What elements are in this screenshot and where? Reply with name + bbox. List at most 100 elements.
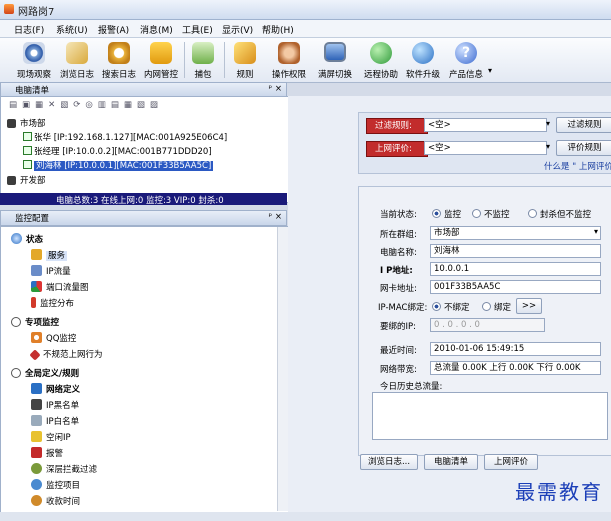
search-icon: [108, 42, 130, 64]
menu-system[interactable]: 系统(U): [56, 23, 88, 36]
item-idle-ip[interactable]: 空闲IP: [31, 431, 71, 443]
bind-ip-field[interactable]: 0 . 0 . 0 . 0: [430, 318, 545, 332]
remote-assist-button[interactable]: 远程协助: [360, 40, 402, 80]
intranet-control-button[interactable]: 内网管控: [140, 40, 182, 80]
eval-select[interactable]: <空>: [424, 141, 547, 155]
computer-list-toolbar[interactable]: ▤▣▦✕▧⟳◎▥▤▦▧▨: [9, 100, 163, 110]
eval-rule-button[interactable]: 评价规则: [556, 140, 611, 156]
pc-name-field[interactable]: 刘海林: [430, 244, 601, 258]
item-network-definition[interactable]: 网络定义: [31, 383, 80, 395]
item-alarm[interactable]: 报警: [31, 447, 63, 459]
live-view-button[interactable]: 现场观察: [12, 40, 56, 80]
filter-rule-label: 过滤规则:: [366, 118, 428, 134]
tree-pc-item[interactable]: 张华 [IP:192.168.1.127][MAC:001A925E06C4]: [23, 131, 227, 143]
permissions-button[interactable]: 操作权限: [268, 40, 310, 80]
item-service[interactable]: 服务: [31, 249, 68, 261]
checkbox[interactable]: [23, 146, 32, 155]
tab-browse-log[interactable]: 浏览日志...: [360, 454, 418, 470]
toolbar-overflow-icon[interactable]: ▾: [488, 66, 492, 75]
group-icon: [7, 176, 16, 185]
toolbar: 现场观察 浏览日志 搜索日志 内网管控 捕包 规则 操作权限 满屏切换 远程协助…: [0, 38, 611, 83]
chevron-down-icon[interactable]: ▾: [594, 227, 598, 236]
item-monitor-items[interactable]: 监控项目: [31, 479, 80, 491]
network-icon: [31, 383, 42, 394]
monitor-config-header: 监控配置 ᵖ ×: [0, 210, 287, 226]
whitelist-icon: [31, 415, 42, 426]
tree-pc-item-selected[interactable]: 刘海林 [IP:10.0.0.1][MAC:001F33B5AA5C]: [23, 159, 214, 171]
group-label: 所在群组:: [380, 230, 417, 240]
item-ip-blacklist[interactable]: IP黑名单: [31, 399, 79, 411]
rules-button[interactable]: 规则: [230, 40, 260, 80]
menu-help[interactable]: 帮助(H): [262, 23, 294, 36]
pin-icon: [31, 297, 36, 308]
item-ip-traffic[interactable]: IP流量: [31, 265, 71, 277]
item-ip-whitelist[interactable]: IP白名单: [31, 415, 79, 427]
menu-alarm[interactable]: 报警(A): [98, 23, 129, 36]
tree-pc-item[interactable]: 张经理 [IP:10.0.0.2][MAC:001B771DDD20]: [23, 145, 212, 157]
menu-tools[interactable]: 工具(E): [182, 23, 213, 36]
bandwidth-field: 总流量 0.00K 上行 0.00K 下行 0.00K: [430, 361, 601, 375]
status-bar: [0, 512, 611, 521]
users-icon: [278, 42, 300, 64]
monitor-tree-scrollbar[interactable]: [277, 227, 288, 511]
search-log-button[interactable]: 搜索日志: [98, 40, 140, 80]
mac-label: 网卡地址:: [380, 284, 417, 294]
clock-icon: [31, 495, 42, 506]
checkbox[interactable]: [23, 132, 32, 141]
panel-pin-close-icon[interactable]: ᵖ ×: [269, 212, 282, 222]
group-special-monitor[interactable]: 专项监控: [11, 316, 59, 328]
no-bind-radio[interactable]: 不绑定: [432, 301, 470, 313]
panel-pin-close-icon[interactable]: ᵖ ×: [269, 84, 282, 94]
ip-tag-icon: [31, 431, 42, 442]
group-select[interactable]: 市场部: [430, 226, 601, 240]
state-block-radio[interactable]: 封杀但不监控: [528, 208, 591, 220]
item-monitor-distribution[interactable]: 监控分布: [31, 297, 74, 309]
upgrade-button[interactable]: 软件升级: [402, 40, 444, 80]
pencil-icon: [234, 42, 256, 64]
item-deep-filter[interactable]: 深层拦截过滤: [31, 463, 97, 475]
capture-button[interactable]: 捕包: [188, 40, 218, 80]
remote-globe-icon: [370, 42, 392, 64]
app-icon: [4, 4, 14, 14]
warning-icon: [29, 349, 41, 361]
menu-view[interactable]: 显示(V): [222, 23, 253, 36]
fullscreen-toggle-button[interactable]: 满屏切换: [314, 40, 356, 80]
watermark: 最需教育: [515, 480, 603, 504]
group-global-rules[interactable]: 全局定义/规则: [11, 367, 79, 379]
bandwidth-label: 网络带宽:: [380, 365, 417, 375]
monitor-config-tree: 状态 服务 IP流量 端口流量图 监控分布 专项监控 QQ监控 不规范上网行为 …: [0, 226, 289, 514]
help-icon: ?: [455, 42, 477, 64]
tab-computer-list[interactable]: 电脑清单: [424, 454, 478, 470]
eval-help-link[interactable]: 什么是 " 上网评价: [544, 160, 611, 172]
title-bar: 网路岗7: [0, 0, 611, 20]
chevron-down-icon[interactable]: ▾: [546, 119, 550, 128]
filter-rule-button[interactable]: 过滤规则: [556, 117, 611, 133]
menu-message[interactable]: 消息(M): [140, 23, 173, 36]
item-irregular-behavior[interactable]: 不规范上网行为: [29, 348, 103, 361]
checkbox[interactable]: [23, 160, 32, 169]
state-monitor-radio[interactable]: 监控: [432, 208, 461, 220]
computer-list-tree: ▤▣▦✕▧⟳◎▥▤▦▧▨ 市场部 张华 [IP:192.168.1.127][M…: [0, 96, 289, 203]
item-qq-monitor[interactable]: QQ监控: [31, 332, 76, 344]
status-icon: [11, 233, 22, 244]
tab-online-eval[interactable]: 上网评价: [484, 454, 538, 470]
chevron-down-icon[interactable]: ▾: [546, 142, 550, 151]
computer-summary-bar: 电脑总数:3 在线上网:0 监控:3 VIP:0 封杀:0: [0, 193, 287, 206]
tree-dept-dev[interactable]: 开发部: [7, 174, 46, 186]
menu-log[interactable]: 日志(F): [14, 23, 44, 36]
item-schedule[interactable]: 收款时间: [31, 495, 80, 507]
group-status[interactable]: 状态: [11, 233, 43, 245]
recent-time-label: 最近时间:: [380, 346, 417, 356]
traffic-icon: [31, 265, 42, 276]
filter-rule-select[interactable]: <空>: [424, 118, 547, 132]
product-info-button[interactable]: ? 产品信息: [444, 40, 488, 80]
bind-radio[interactable]: 绑定: [482, 301, 511, 313]
item-port-traffic[interactable]: 端口流量图: [31, 281, 89, 293]
browse-log-button[interactable]: 浏览日志: [56, 40, 98, 80]
mac-field[interactable]: 001F33B5AA5C: [430, 280, 601, 294]
bind-expand-button[interactable]: >>: [516, 298, 542, 314]
ip-field[interactable]: 10.0.0.1: [430, 262, 601, 276]
state-nomonitor-radio[interactable]: 不监控: [472, 208, 510, 220]
computer-list-title: 电脑清单: [15, 86, 50, 96]
tree-dept-market[interactable]: 市场部: [7, 117, 46, 129]
